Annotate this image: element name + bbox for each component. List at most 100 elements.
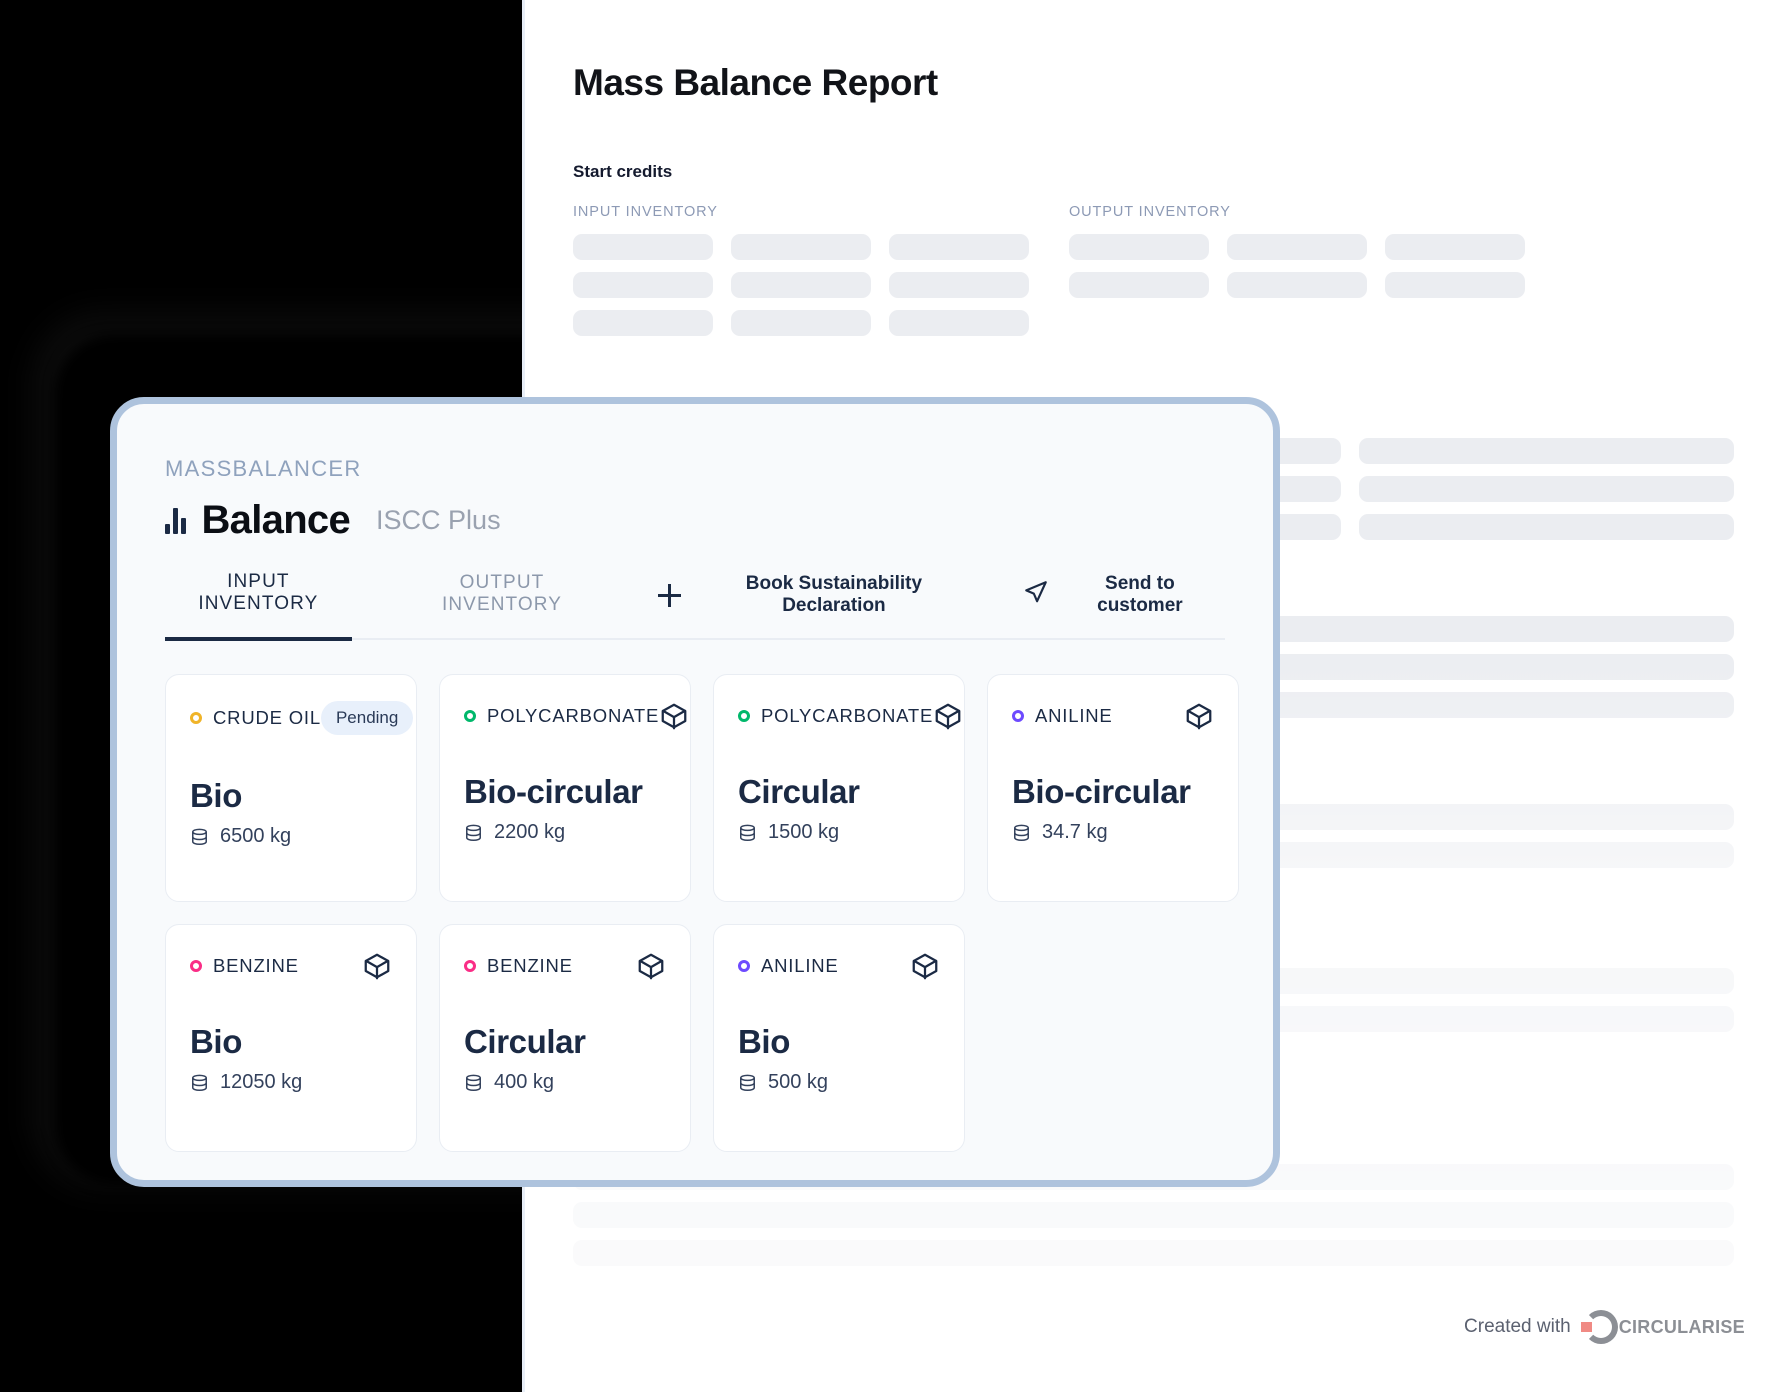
card-header: POLYCARBONATE (738, 701, 961, 731)
material-status-dot (1012, 710, 1024, 722)
inventory-card[interactable]: ANILINE Bio 500 kg (713, 924, 965, 1152)
tab-output-inventory[interactable]: OUTPUT INVENTORY (398, 572, 607, 638)
card-title: Bio (190, 777, 242, 814)
card-quantity-value: 1500 kg (768, 821, 840, 843)
package-cube-icon[interactable] (362, 951, 392, 981)
page-title: Mass Balance Report (573, 62, 938, 103)
inventory-card[interactable]: POLYCARBONATE Bio-circular 2200 kg (439, 674, 691, 902)
skeleton-column (573, 234, 713, 348)
circularise-wordmark: CIRCULARISE (1618, 1316, 1745, 1337)
card-quantity-value: 6500 kg (220, 825, 292, 847)
card-quantity-value: 500 kg (768, 1071, 829, 1093)
status-badge: Pending (320, 701, 414, 735)
material-label-row: CRUDE OIL (190, 707, 321, 729)
created-with-footer: Created with CIRCULARISE (1464, 1310, 1745, 1344)
material-name: POLYCARBONATE (487, 705, 660, 726)
skeleton-bar (573, 272, 713, 298)
database-stack-icon (1012, 822, 1031, 844)
card-quantity-value: 2200 kg (494, 821, 566, 843)
bar-chart-icon (165, 507, 186, 534)
skeleton-bar (731, 310, 871, 336)
card-title: Circular (464, 1023, 586, 1060)
skeleton-column (1385, 234, 1525, 310)
material-name: BENZINE (213, 955, 299, 976)
card-title: Bio (190, 1023, 242, 1060)
package-cube-icon[interactable] (933, 701, 963, 731)
material-status-dot (464, 710, 476, 722)
inventory-card[interactable]: BENZINE Bio 12050 kg (165, 924, 417, 1152)
database-stack-icon (464, 822, 483, 844)
column-label-output-inventory: OUTPUT INVENTORY (1069, 204, 1231, 220)
send-paper-plane-icon (1023, 579, 1049, 611)
database-stack-icon (738, 1072, 757, 1094)
material-status-dot (190, 960, 202, 972)
package-cube-icon[interactable] (910, 951, 940, 981)
material-status-dot (190, 712, 202, 724)
tab-input-inventory[interactable]: INPUT INVENTORY (165, 571, 352, 641)
skeleton-bar (573, 1202, 1734, 1228)
inventory-card[interactable]: ANILINE Bio-circular 34.7 kg (987, 674, 1239, 902)
send-to-customer-label: Send to customer (1097, 573, 1183, 616)
inventory-card-grid: CRUDE OIL Pending Bio 6500 kg POLYCARBONATE B… (165, 674, 1239, 1152)
skeleton-column (1359, 438, 1734, 552)
skeleton-bar (1227, 234, 1367, 260)
brand-row: Balance ISCC Plus (165, 498, 1225, 543)
card-header: BENZINE (190, 951, 392, 981)
inventory-card[interactable]: CRUDE OIL Pending Bio 6500 kg (165, 674, 417, 902)
skeleton-bar (573, 310, 713, 336)
package-cube-icon[interactable] (1184, 701, 1214, 731)
material-name: CRUDE OIL (213, 707, 321, 728)
card-title: Bio-circular (1012, 773, 1191, 810)
material-label-row: BENZINE (190, 955, 299, 977)
skeleton-bar (573, 234, 713, 260)
inventory-card[interactable]: BENZINE Circular 400 kg (439, 924, 691, 1152)
material-label-row: ANILINE (1012, 705, 1113, 727)
package-cube-icon[interactable] (636, 951, 666, 981)
card-quantity-value: 12050 kg (220, 1071, 303, 1093)
skeleton-bar (1385, 272, 1525, 298)
skeleton-bar (731, 272, 871, 298)
skeleton-bar (1227, 272, 1367, 298)
inventory-card[interactable]: POLYCARBONATE Circular 1500 kg (713, 674, 965, 902)
material-label-row: POLYCARBONATE (738, 705, 933, 727)
book-sustainability-declaration-button[interactable]: Book Sustainability Declaration (652, 572, 980, 618)
database-stack-icon (190, 826, 209, 848)
skeleton-column (1069, 234, 1209, 310)
card-quantity-row: 12050 kg (190, 1071, 392, 1094)
card-header: ANILINE (1012, 701, 1214, 731)
material-name: BENZINE (487, 955, 573, 976)
skeleton-column (889, 234, 1029, 348)
skeleton-bar (1069, 234, 1209, 260)
card-quantity-row: 400 kg (464, 1071, 666, 1094)
skeleton-bar (1359, 476, 1734, 502)
material-name: ANILINE (1035, 705, 1113, 726)
app-subtitle-standard: ISCC Plus (376, 505, 501, 535)
material-label-row: BENZINE (464, 955, 573, 977)
skeleton-bar (889, 272, 1029, 298)
tab-bar: INPUT INVENTORY OUTPUT INVENTORY Book Su… (165, 571, 1225, 641)
material-status-dot (738, 710, 750, 722)
card-quantity-row: 34.7 kg (1012, 821, 1214, 844)
start-credits-input-group: INPUT INVENTORY (573, 204, 1029, 348)
column-label-input-inventory: INPUT INVENTORY (573, 204, 718, 220)
book-sustainability-declaration-label: Book Sustainability Declaration (745, 573, 923, 616)
card-quantity-row: 1500 kg (738, 821, 940, 844)
skeleton-bar (731, 234, 871, 260)
database-stack-icon (464, 1072, 483, 1094)
material-status-dot (464, 960, 476, 972)
send-to-customer-button[interactable]: Send to customer (1017, 572, 1225, 618)
package-cube-icon[interactable] (659, 701, 689, 731)
card-header: ANILINE (738, 951, 940, 981)
balance-panel: MASSBALANCER Balance ISCC Plus INPUT INV… (110, 397, 1280, 1187)
app-title: Balance (201, 498, 351, 542)
circularise-logo: CIRCULARISE (1580, 1310, 1745, 1344)
skeleton-bar (1359, 514, 1734, 540)
card-header: BENZINE (464, 951, 666, 981)
material-label-row: POLYCARBONATE (464, 705, 659, 727)
material-name: ANILINE (761, 955, 839, 976)
section-heading-start-credits: Start credits (573, 162, 673, 181)
card-header: CRUDE OIL Pending (190, 701, 414, 735)
card-quantity-row: 6500 kg (190, 825, 392, 848)
skeleton-bar (1385, 234, 1525, 260)
card-quantity-value: 34.7 kg (1042, 821, 1108, 843)
